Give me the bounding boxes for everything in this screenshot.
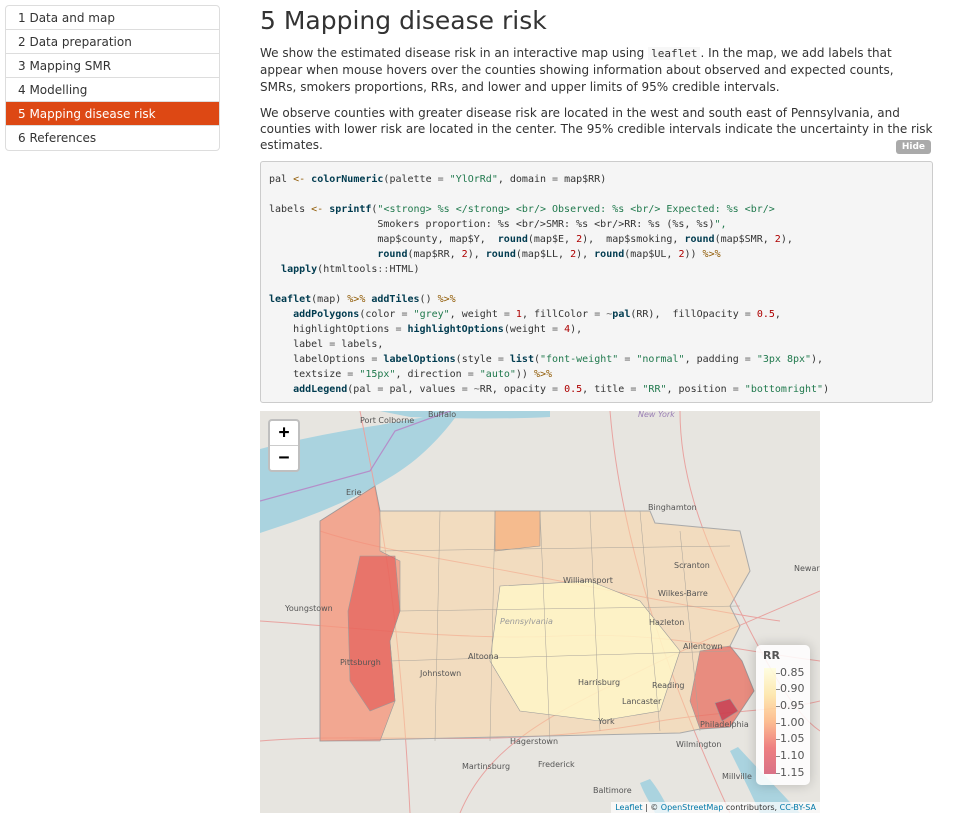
code-line: lapply(htmltools::HTML) [281, 264, 420, 275]
county-region-west-high [347, 555, 401, 712]
code-line: label = labels, [269, 339, 384, 350]
city-label: Millville [722, 772, 752, 781]
toc-item-mapping-smr[interactable]: 3 Mapping SMR [6, 54, 219, 78]
city-label: Buffalo [428, 411, 456, 419]
leaflet-map[interactable]: Buffalo Port Colborne New York Erie Bing… [260, 411, 820, 813]
city-label: Philadelphia [700, 720, 749, 729]
city-label: York [597, 717, 615, 726]
city-label: Reading [652, 681, 684, 690]
legend-label: 1.00 [780, 716, 805, 729]
city-label: Frederick [538, 760, 575, 769]
city-label: Lancaster [622, 697, 662, 706]
city-label: Newark [794, 564, 820, 573]
city-label: Wilmington [676, 740, 721, 749]
code-line: leaflet(map) %>% addTiles() %>% [269, 294, 456, 305]
observation-paragraph: We observe counties with greater disease… [260, 105, 933, 153]
legend-label: 0.90 [780, 682, 805, 695]
city-label: Binghamton [648, 503, 697, 512]
toc-item-mapping-disease-risk[interactable]: 5 Mapping disease risk [6, 102, 219, 126]
city-label: Youngstown [284, 604, 333, 613]
city-label: Altoona [468, 652, 499, 661]
city-label: Martinsburg [462, 762, 510, 771]
city-label: Williamsport [563, 576, 613, 585]
license-link[interactable]: CC-BY-SA [780, 803, 816, 812]
toc-item-data-preparation[interactable]: 2 Data preparation [6, 30, 219, 54]
osm-link[interactable]: OpenStreetMap [661, 803, 724, 812]
city-label: Scranton [674, 561, 710, 570]
city-label: Pennsylvania [500, 617, 553, 626]
code-line: highlightOptions = highlightOptions(weig… [269, 324, 583, 335]
city-label: Erie [346, 488, 362, 497]
city-label: Wilkes-Barre [658, 589, 708, 598]
code-line: textsize = "15px", direction = "auto")) … [269, 369, 553, 380]
city-label: New York [638, 411, 675, 419]
city-label: Baltimore [593, 786, 632, 795]
table-of-contents: 1 Data and map 2 Data preparation 3 Mapp… [5, 5, 220, 151]
rr-legend: RR 0.85 0.90 0.95 1.00 1.05 1.10 1.15 [756, 645, 810, 785]
code-line: round(map$RR, 2), round(map$LL, 2), roun… [377, 249, 721, 260]
code-line: addPolygons(color = "grey", weight = 1, … [293, 309, 781, 320]
legend-label: 1.10 [780, 749, 805, 762]
toc-item-references[interactable]: 6 References [6, 126, 219, 150]
hide-code-button[interactable]: Hide [895, 140, 931, 154]
city-label: Allentown [683, 642, 723, 651]
code-block: pal <- colorNumeric(palette = "YlOrRd", … [260, 161, 933, 403]
legend-label: 0.95 [780, 699, 805, 712]
legend-label: 1.05 [780, 732, 805, 745]
inline-code-leaflet: leaflet [648, 47, 701, 60]
toc-item-modelling[interactable]: 4 Modelling [6, 78, 219, 102]
page-title: 5 Mapping disease risk [260, 6, 547, 35]
main-content: 5 Mapping disease risk We show the estim… [260, 0, 933, 403]
legend-title: RR [763, 649, 780, 662]
intro-text-a: We show the estimated disease risk in an… [260, 46, 645, 60]
zoom-control: + − [268, 419, 300, 472]
legend-label: 0.85 [780, 666, 805, 679]
attribution-separator: | © [642, 803, 661, 812]
zoom-in-button[interactable]: + [270, 421, 298, 446]
city-label: Harrisburg [578, 678, 620, 687]
toc-item-data-and-map[interactable]: 1 Data and map [6, 6, 219, 30]
city-label: Johnstown [419, 669, 461, 678]
map-attribution: Leaflet | © OpenStreetMap contributors, … [611, 802, 820, 813]
code-line: addLegend(pal = pal, values = ~RR, opaci… [293, 384, 830, 395]
county-region-north [494, 510, 541, 552]
city-label: Port Colborne [360, 416, 414, 425]
city-label: Hagerstown [510, 737, 558, 746]
zoom-out-button[interactable]: − [270, 446, 298, 470]
intro-paragraph: We show the estimated disease risk in an… [260, 45, 933, 95]
code-line: map$county, map$Y, round(map$E, 2), map$… [269, 234, 793, 245]
attribution-contrib: contributors, [723, 803, 780, 812]
code-line: labelOptions = labelOptions(style = list… [269, 354, 824, 365]
city-label: Pittsburgh [340, 658, 381, 667]
city-label: Hazleton [649, 618, 684, 627]
legend-color-bar [764, 668, 776, 774]
code-line: Smokers proportion: %s <br/>SMR: %s <br/… [269, 219, 727, 230]
leaflet-link[interactable]: Leaflet [615, 803, 642, 812]
code-line: labels <- sprintf("<strong> %s </strong>… [269, 204, 775, 215]
map-canvas[interactable]: Buffalo Port Colborne New York Erie Bing… [260, 411, 820, 813]
legend-label: 1.15 [780, 766, 805, 779]
code-line: pal <- colorNumeric(palette = "YlOrRd", … [269, 174, 607, 185]
